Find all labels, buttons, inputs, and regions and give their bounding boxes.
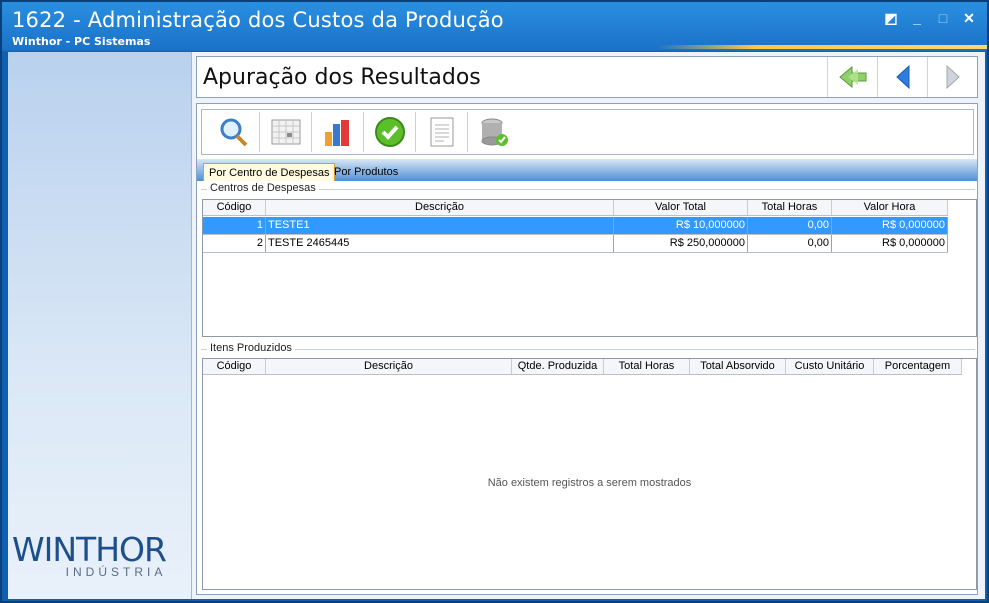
cell-total-horas: 0,00 — [748, 217, 832, 234]
col-total-horas[interactable]: Total Horas — [748, 200, 832, 215]
arrow-left-icon — [895, 64, 909, 90]
cell-valor-total: R$ 250,000000 — [614, 235, 748, 252]
page-title: Apuração dos Resultados — [203, 65, 481, 90]
left-panel: WINTHOR INDÚSTRIA — [8, 52, 192, 599]
report-icon — [430, 117, 453, 147]
col-custo-unitario[interactable]: Custo Unitário — [786, 359, 874, 374]
client-area: WINTHOR INDÚSTRIA Apuração dos Resultado… — [8, 52, 985, 599]
next-button[interactable] — [927, 57, 977, 97]
col-codigo[interactable]: Código — [203, 200, 266, 215]
table-row[interactable]: 2 TESTE 2465445 R$ 250,000000 0,00 R$ 0,… — [203, 235, 948, 253]
minimize-button[interactable]: _ — [907, 9, 927, 27]
empty-state-message: Não existem registros a serem mostrados — [487, 477, 692, 489]
table-row[interactable]: 1 TESTE1 R$ 10,000000 0,00 R$ 0,000000 — [203, 217, 948, 235]
centros-grid[interactable]: Código Descrição Valor Total Total Horas… — [202, 199, 977, 337]
title-bar[interactable]: 1622 - Administração dos Custos da Produ… — [2, 2, 987, 52]
itens-grid[interactable]: Código Descrição Qtde. Produzida Total H… — [202, 358, 977, 590]
tab-strip: Por Centro de Despesas Por Produtos — [197, 159, 977, 181]
cell-codigo: 2 — [203, 235, 266, 252]
tab-por-produtos[interactable]: Por Produtos — [329, 163, 403, 181]
calendar-button[interactable] — [260, 112, 312, 152]
col-porcentagem[interactable]: Porcentagem — [874, 359, 962, 374]
itens-grid-header: Código Descrição Qtde. Produzida Total H… — [203, 359, 962, 375]
calendar-icon — [271, 119, 300, 145]
col-total-horas[interactable]: Total Horas — [604, 359, 690, 374]
col-descricao[interactable]: Descrição — [266, 200, 614, 215]
chart-button[interactable] — [312, 112, 364, 152]
tab-por-centro-de-despesas[interactable]: Por Centro de Despesas — [203, 163, 336, 181]
cell-total-horas: 0,00 — [748, 235, 832, 252]
database-icon — [481, 118, 508, 146]
main-content: Por Centro de Despesas Por Produtos Cent… — [196, 103, 978, 595]
col-valor-hora[interactable]: Valor Hora — [832, 200, 948, 215]
title-accent-bar — [657, 45, 987, 49]
col-valor-total[interactable]: Valor Total — [614, 200, 748, 215]
itens-group-label: Itens Produzidos — [207, 342, 295, 354]
restore-window-button[interactable]: ◩ — [881, 9, 901, 27]
double-arrow-left-icon — [838, 65, 866, 89]
previous-button[interactable] — [877, 57, 927, 97]
confirm-button[interactable] — [364, 112, 416, 152]
col-descricao[interactable]: Descrição — [266, 359, 512, 374]
cell-descricao: TESTE 2465445 — [266, 235, 614, 252]
toolbar — [201, 109, 974, 155]
window-subtitle: Winthor - PC Sistemas — [12, 35, 151, 48]
application-window: 1622 - Administração dos Custos da Produ… — [0, 0, 989, 603]
cell-codigo: 1 — [203, 217, 266, 234]
back-home-button[interactable] — [827, 57, 877, 97]
centros-grid-header: Código Descrição Valor Total Total Horas… — [203, 200, 948, 216]
cell-descricao: TESTE1 — [266, 217, 614, 234]
logo-main-text: WINTHOR — [12, 530, 167, 569]
cell-valor-total: R$ 10,000000 — [614, 217, 748, 234]
col-total-absorvido[interactable]: Total Absorvido — [690, 359, 786, 374]
search-button[interactable] — [208, 112, 260, 152]
cell-valor-hora: R$ 0,000000 — [832, 235, 948, 252]
header-panel: Apuração dos Resultados — [196, 56, 978, 98]
report-button[interactable] — [416, 112, 468, 152]
winthor-logo: WINTHOR INDÚSTRIA — [12, 530, 190, 579]
search-icon — [220, 118, 247, 147]
chart-icon — [324, 120, 349, 146]
col-codigo[interactable]: Código — [203, 359, 266, 374]
centros-group-label: Centros de Despesas — [207, 182, 319, 194]
check-circle-icon — [374, 117, 405, 147]
maximize-button[interactable]: □ — [933, 9, 953, 27]
database-button[interactable] — [468, 112, 520, 152]
window-title: 1622 - Administração dos Custos da Produ… — [12, 8, 504, 32]
itens-group-line — [201, 349, 975, 350]
col-qtde-produzida[interactable]: Qtde. Produzida — [512, 359, 604, 374]
arrow-right-icon — [946, 64, 960, 90]
close-button[interactable]: ✕ — [959, 9, 979, 27]
cell-valor-hora: R$ 0,000000 — [832, 217, 948, 234]
